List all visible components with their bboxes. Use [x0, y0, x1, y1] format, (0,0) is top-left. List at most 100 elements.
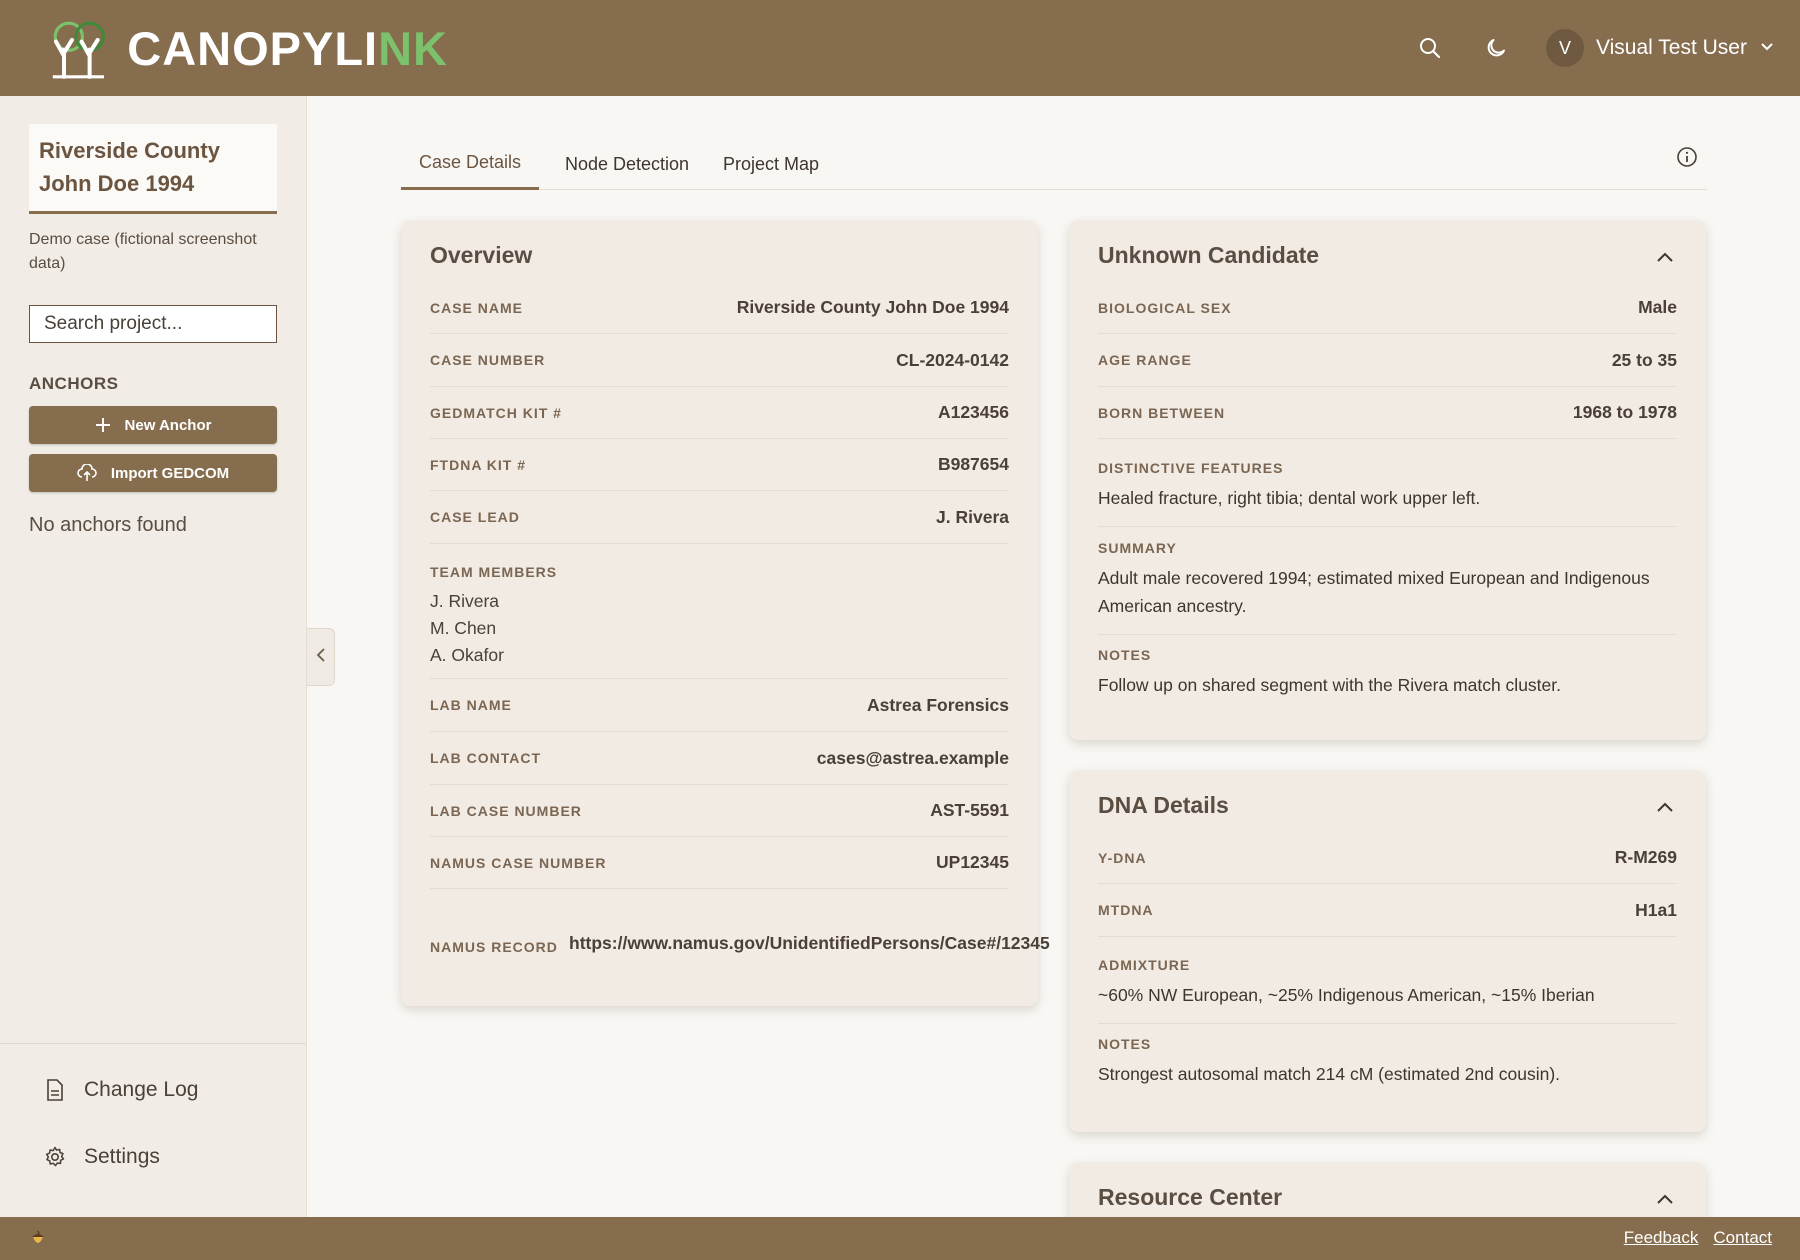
case-name-label: CASE NAME: [430, 299, 524, 316]
gear-icon: [42, 1146, 68, 1168]
info-icon[interactable]: [1674, 144, 1700, 170]
dna-notes-row: NOTES Strongest autosomal match 214 cM (…: [1098, 1036, 1677, 1106]
lab-contact-value: cases@astrea.example: [816, 747, 1009, 768]
ftdna-row: FTDNA KIT # B987654: [430, 439, 1009, 491]
admixture-row: ADMIXTURE ~60% NW European, ~25% Indigen…: [1098, 957, 1677, 1024]
dna-details-title: DNA Details: [1098, 792, 1229, 818]
candidate-notes-row: NOTES Follow up on shared segment with t…: [1098, 647, 1677, 717]
unknown-candidate-card: Unknown Candidate BIOLOGICAL SEX Male AG…: [1069, 220, 1706, 740]
born-between-label: BORN BETWEEN: [1098, 404, 1226, 421]
summary-label: SUMMARY: [1098, 540, 1177, 556]
chevron-up-icon[interactable]: [1654, 246, 1676, 268]
dna-notes-label: NOTES: [1098, 1036, 1152, 1052]
team-member: J. Rivera: [430, 591, 500, 611]
mtdna-label: MTDNA: [1098, 902, 1154, 918]
summary-row: SUMMARY Adult male recovered 1994; estim…: [1098, 540, 1677, 635]
overview-title: Overview: [430, 242, 533, 268]
tab-case-details[interactable]: Case Details: [401, 138, 539, 190]
case-number-row: CASE NUMBER CL-2024-0142: [430, 334, 1009, 387]
biological-sex-value: Male: [1638, 297, 1677, 317]
plus-icon: [95, 417, 111, 433]
candidate-notes-value: Follow up on shared segment with the Riv…: [1098, 675, 1561, 695]
lab-case-number-label: LAB CASE NUMBER: [430, 802, 582, 819]
settings-label: Settings: [84, 1145, 160, 1168]
case-lead-value: J. Rivera: [936, 506, 1009, 527]
namus-case-number-label: NAMUS CASE NUMBER: [430, 854, 607, 871]
gedmatch-row: GEDMATCH KIT # A123456: [430, 387, 1009, 439]
lab-contact-row: LAB CONTACT cases@astrea.example: [430, 732, 1009, 785]
namus-case-number-row: NAMUS CASE NUMBER UP12345: [430, 837, 1009, 889]
feedback-link[interactable]: Feedback: [1624, 1228, 1699, 1248]
user-name[interactable]: Visual Test User: [1596, 36, 1747, 60]
chevron-down-icon[interactable]: [1759, 38, 1775, 59]
sidebar-item-settings[interactable]: Settings: [42, 1145, 160, 1169]
candidate-notes-label: NOTES: [1098, 647, 1152, 663]
team-member: M. Chen: [430, 618, 497, 638]
new-anchor-label: New Anchor: [124, 416, 212, 434]
anchors-heading: ANCHORS: [29, 374, 119, 393]
tree-logo-icon: [52, 21, 105, 79]
top-navigation-bar: CANOPYLINK V Visual Test User: [0, 0, 1800, 96]
dark-mode-moon-icon[interactable]: [1478, 30, 1514, 66]
lab-contact-label: LAB CONTACT: [430, 750, 542, 766]
lab-case-number-row: LAB CASE NUMBER AST-5591: [430, 785, 1009, 837]
tab-node-detection[interactable]: Node Detection: [563, 138, 691, 190]
resource-center-title: Resource Center: [1098, 1184, 1283, 1210]
chevron-up-icon[interactable]: [1654, 1188, 1676, 1210]
mtdna-row: MTDNA H1a1: [1098, 884, 1677, 937]
new-anchor-button[interactable]: New Anchor: [29, 406, 277, 444]
avatar[interactable]: V: [1546, 29, 1584, 67]
overview-card: Overview CASE NAME Riverside County John…: [401, 220, 1050, 1006]
namus-record-link[interactable]: https://www.namus.gov/UnidentifiedPerson…: [569, 929, 1050, 957]
logo-wordmark: CANOPYLINK: [127, 21, 448, 75]
ydna-row: Y-DNA R-M269: [1098, 832, 1677, 884]
ftdna-value: B987654: [937, 454, 1009, 474]
sidebar: Riverside County John Doe 1994 Demo case…: [0, 96, 307, 1217]
case-name-value: Riverside County John Doe 1994: [736, 297, 1009, 317]
lab-name-value: Astrea Forensics: [866, 694, 1009, 715]
chevron-left-icon: [315, 647, 327, 667]
case-lead-label: CASE LEAD: [430, 509, 520, 525]
lab-name-label: LAB NAME: [430, 697, 512, 713]
canopylink-logo[interactable]: CANOPYLINK: [48, 10, 448, 86]
search-icon[interactable]: [1412, 30, 1448, 66]
contact-link[interactable]: Contact: [1713, 1228, 1772, 1248]
collapse-sidebar-button[interactable]: [307, 628, 335, 686]
project-search-input[interactable]: [29, 305, 277, 343]
project-title-line1: Riverside County: [39, 138, 220, 163]
user-menu[interactable]: V Visual Test User: [1546, 28, 1775, 68]
chevron-up-icon[interactable]: [1654, 796, 1676, 818]
biological-sex-label: BIOLOGICAL SEX: [1098, 299, 1232, 316]
summary-value: Adult male recovered 1994; estimated mix…: [1098, 568, 1650, 616]
import-gedcom-button[interactable]: Import GEDCOM: [29, 454, 277, 492]
team-members-row: TEAM MEMBERS J. Rivera M. Chen A. Okafor: [430, 564, 1009, 679]
empty-anchors-message: No anchors found: [29, 514, 187, 536]
admixture-value: ~60% NW European, ~25% Indigenous Americ…: [1098, 985, 1595, 1005]
import-gedcom-label: Import GEDCOM: [110, 464, 230, 482]
lab-case-number-value: AST-5591: [930, 800, 1009, 820]
sidebar-item-change-log[interactable]: Change Log: [42, 1078, 198, 1102]
document-icon: [42, 1079, 68, 1101]
age-range-label: AGE RANGE: [1098, 352, 1192, 368]
distinctive-features-row: DISTINCTIVE FEATURES Healed fracture, ri…: [1098, 460, 1677, 527]
distinctive-features-label: DISTINCTIVE FEATURES: [1098, 460, 1284, 476]
gedmatch-value: A123456: [937, 402, 1009, 422]
born-between-value: 1968 to 1978: [1572, 402, 1677, 422]
ydna-label: Y-DNA: [1098, 849, 1147, 866]
case-tabs: Case Details Node Detection Project Map: [401, 138, 1707, 190]
team-member: A. Okafor: [430, 645, 504, 665]
born-between-row: BORN BETWEEN 1968 to 1978: [1098, 387, 1677, 439]
dna-details-card: DNA Details Y-DNA R-M269 MTDNA H1a1 ADMI…: [1069, 770, 1706, 1132]
admixture-label: ADMIXTURE: [1098, 957, 1191, 973]
mtdna-value: H1a1: [1635, 899, 1677, 920]
age-range-row: AGE RANGE 25 to 35: [1098, 334, 1677, 387]
tab-project-map[interactable]: Project Map: [721, 138, 821, 190]
gedmatch-label: GEDMATCH KIT #: [430, 404, 562, 421]
ydna-value: R-M269: [1614, 847, 1677, 867]
team-members-label: TEAM MEMBERS: [430, 564, 558, 580]
footer-bar: Feedback Contact: [0, 1217, 1800, 1260]
project-title: Riverside County John Doe 1994: [29, 124, 277, 214]
project-title-line2: John Doe 1994: [39, 171, 195, 196]
case-number-value: CL-2024-0142: [896, 349, 1009, 370]
change-log-label: Change Log: [84, 1078, 199, 1101]
